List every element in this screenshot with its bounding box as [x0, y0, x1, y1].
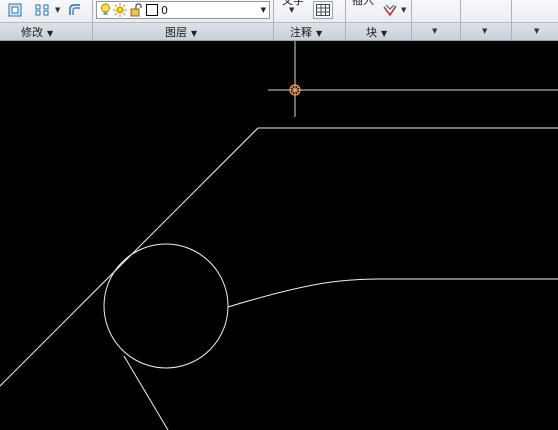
annotation-panel-title[interactable]: 注释 ▼	[290, 24, 322, 40]
sun-icon[interactable]	[113, 3, 127, 20]
circle[interactable]	[103, 243, 229, 369]
block-editor-dropdown-arrow[interactable]: ▼	[401, 6, 406, 14]
drawing-canvas[interactable]	[0, 41, 558, 430]
lower-line[interactable]	[123, 355, 169, 430]
modify-panel-title[interactable]: 修改 ▼	[21, 24, 53, 40]
current-layer-name: 0	[161, 4, 168, 17]
insert-block-button[interactable]: 插入	[352, 0, 374, 8]
unlock-icon[interactable]	[130, 3, 143, 20]
utilities-panel-arrow[interactable]: ▼	[534, 27, 539, 35]
light-bulb-icon[interactable]	[100, 3, 111, 20]
table-icon[interactable]	[313, 1, 333, 19]
groups-panel-arrow[interactable]: ▼	[482, 27, 487, 35]
offset-icon[interactable]	[67, 1, 85, 18]
array-dropdown-arrow[interactable]: ▼	[55, 6, 60, 14]
text-dropdown-arrow[interactable]: ▼	[289, 6, 294, 14]
crosshair-cursor	[268, 41, 558, 117]
layer-dropdown[interactable]: 0 ▼	[96, 1, 270, 19]
color-swatch-icon[interactable]	[146, 4, 158, 19]
layers-panel-title[interactable]: 图层 ▼	[165, 24, 197, 40]
block-panel-title[interactable]: 块 ▼	[366, 24, 387, 40]
stretch-icon[interactable]	[6, 1, 24, 18]
block-editor-icon[interactable]	[380, 1, 400, 19]
diagonal-line[interactable]	[0, 127, 259, 387]
properties-panel-arrow[interactable]: ▼	[432, 27, 437, 35]
array-icon[interactable]	[34, 1, 52, 18]
curved-line[interactable]	[227, 278, 558, 308]
ribbon: ▼ 修改 ▼ 0 ▼ 图层 ▼ 文字 ▼ 注释 ▼ 插入 ▼ 块 ▼ ▼ ▼ ▼	[0, 0, 558, 41]
layer-dropdown-arrow[interactable]: ▼	[261, 6, 266, 14]
